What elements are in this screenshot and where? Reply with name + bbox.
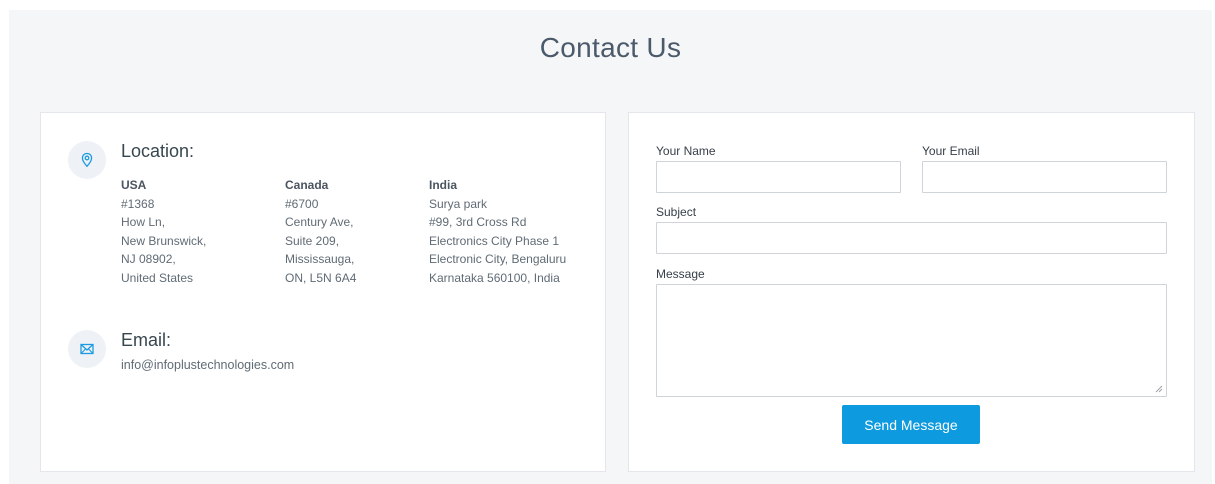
- address-line: Electronic City, Bengaluru: [429, 252, 567, 266]
- map-pin-icon: [68, 141, 106, 179]
- message-textarea[interactable]: [656, 284, 1167, 397]
- send-message-button[interactable]: Send Message: [842, 405, 980, 444]
- address-line: Electronics City Phase 1: [429, 233, 560, 248]
- resize-grip-icon[interactable]: [1155, 385, 1163, 393]
- address-line: Karnataka 560100, India: [429, 270, 560, 285]
- address-line: How Ln,: [121, 215, 166, 229]
- email-field[interactable]: [922, 161, 1167, 193]
- address-line: Mississauga,: [285, 252, 355, 266]
- address-line: New Brunswick,: [121, 233, 207, 248]
- name-field[interactable]: [656, 161, 901, 193]
- email-address[interactable]: info@infoplustechnologies.com: [121, 356, 294, 375]
- office-country: Canada: [285, 178, 329, 192]
- address-line: ON, L5N 6A4: [285, 270, 357, 285]
- email-label: Your Email: [922, 144, 980, 158]
- email-heading: Email:: [121, 330, 172, 350]
- address-line: #1368: [121, 196, 155, 211]
- name-label: Your Name: [656, 144, 716, 158]
- contact-info-card: Location: USA #1368 How Ln, New Brunswic…: [40, 112, 606, 472]
- address-line: #6700: [285, 196, 319, 211]
- subject-label: Subject: [656, 205, 697, 219]
- address-line: NJ 08902,: [121, 252, 176, 266]
- address-line: Century Ave,: [285, 215, 354, 229]
- envelope-icon: [68, 330, 106, 368]
- address-line: Surya park: [429, 196, 488, 211]
- message-label: Message: [656, 267, 705, 281]
- address-line: Suite 209,: [285, 233, 340, 248]
- location-heading: Location:: [121, 141, 195, 161]
- office-usa: USA #1368 How Ln, New Brunswick, NJ 0890…: [121, 176, 206, 287]
- subject-field[interactable]: [656, 222, 1167, 254]
- address-line: #99, 3rd Cross Rd: [429, 215, 527, 229]
- address-line: United States: [121, 270, 194, 285]
- office-country: USA: [121, 178, 147, 192]
- page-title: Contact Us: [539, 32, 682, 63]
- office-canada: Canada #6700 Century Ave, Suite 209, Mis…: [285, 176, 356, 287]
- office-india: India Surya park #99, 3rd Cross Rd Elect…: [429, 176, 566, 287]
- office-country: India: [429, 178, 458, 192]
